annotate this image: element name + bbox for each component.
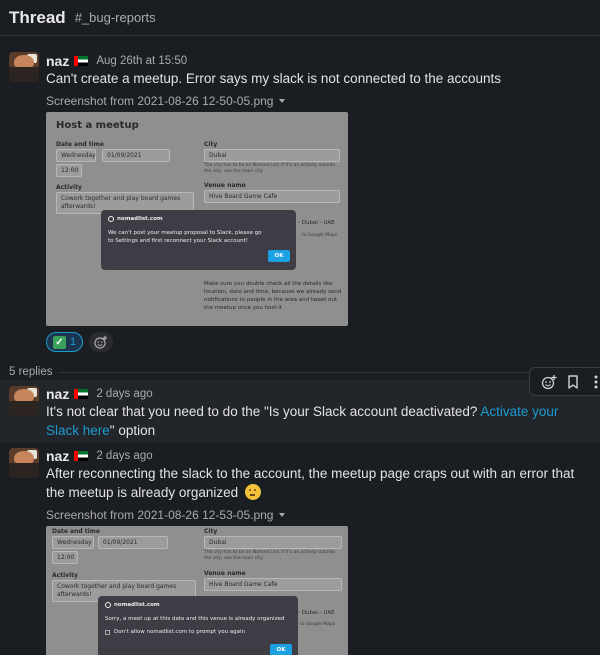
replies-count: 5 replies — [9, 366, 53, 378]
screenshot-image[interactable]: Host a meetup Date and time Wednesday 01… — [46, 112, 348, 326]
reply-message: naz 2 days ago It's not clear that you n… — [0, 380, 600, 442]
day-select: Wednesday — [52, 536, 94, 549]
white-check-mark-icon: ✓ — [53, 335, 66, 349]
text-segment: After reconnecting the slack to the acco… — [46, 466, 575, 500]
avatar[interactable] — [9, 52, 39, 82]
uae-flag-icon — [74, 56, 89, 66]
author-name[interactable]: naz — [46, 448, 69, 464]
caret-down-icon — [279, 513, 286, 517]
city-label: City — [204, 141, 218, 148]
channel-link[interactable]: #_bug-reports — [75, 10, 156, 25]
dialog-ok-button: OK — [268, 250, 290, 262]
dialog-message: Sorry, a meet up at this date and this v… — [105, 616, 285, 622]
day-select: Wednesday — [56, 149, 96, 162]
message-timestamp[interactable]: 2 days ago — [96, 450, 152, 462]
reaction-check[interactable]: ✓ 1 — [46, 332, 84, 352]
screenshot-image[interactable]: Date and time Wednesday 01/09/2021 12:00… — [46, 526, 348, 655]
city-input: Dubai — [204, 149, 340, 162]
details-note: Make sure you double check all the detai… — [204, 281, 342, 311]
reaction-count: 1 — [70, 336, 77, 348]
file-name: Screenshot from 2021-08-26 12-53-05.png — [46, 508, 274, 522]
more-actions-button[interactable] — [584, 370, 600, 394]
form-heading: Host a meetup — [56, 120, 139, 131]
dialog-site: nomadlist.com — [117, 216, 163, 222]
city-label: City — [204, 528, 218, 535]
file-name-toggle[interactable]: Screenshot from 2021-08-26 12-53-05.png — [46, 508, 286, 522]
checkbox-icon — [105, 629, 110, 635]
error-dialog: nomadlist.com We can't post your meetup … — [101, 210, 296, 270]
date-label: Date and time — [56, 141, 105, 148]
add-reaction-button[interactable] — [89, 332, 114, 352]
city-note: The city has to be on Nomad List; if it'… — [204, 163, 336, 174]
reply-message: naz 2 days ago After reconnecting the sl… — [0, 442, 600, 655]
text-segment: " option — [109, 423, 156, 438]
add-emoji-icon — [541, 374, 557, 389]
parent-message: naz Aug 26th at 15:50 Can't create a mee… — [0, 36, 600, 361]
globe-icon — [105, 602, 111, 608]
date-input: 01/09/2021 — [98, 536, 168, 549]
dialog-message: We can't post your meetup proposal to Sl… — [108, 230, 262, 244]
caret-down-icon — [279, 99, 286, 103]
avatar[interactable] — [9, 448, 39, 478]
divider-line — [60, 371, 600, 373]
venue-label: Venue name — [204, 570, 246, 577]
message-timestamp[interactable]: 2 days ago — [96, 388, 152, 400]
dialog-ok-button: OK — [270, 644, 292, 655]
author-name[interactable]: naz — [46, 386, 69, 402]
avatar[interactable] — [9, 386, 39, 416]
message-text: After reconnecting the slack to the acco… — [46, 464, 592, 502]
city-note: The city has to be on Nomad List; if it'… — [204, 550, 336, 561]
error-dialog: nomadlist.com Sorry, a meet up at this d… — [98, 596, 298, 655]
venue-label: Venue name — [204, 182, 246, 189]
venue-input: Hive Board Game Cafe — [204, 578, 342, 591]
activity-label: Activity — [56, 184, 82, 191]
text-segment: It's not clear that you need to do the "… — [46, 404, 481, 419]
dialog-checkbox-row: Don't allow nomadlist.com to prompt you … — [105, 628, 245, 636]
message-text: It's not clear that you need to do the "… — [46, 402, 592, 440]
add-reaction-action[interactable] — [537, 370, 561, 394]
thinking-face-icon — [244, 484, 261, 500]
time-input: 12:00 — [56, 164, 82, 177]
dialog-checkbox-label: Don't allow nomadlist.com to prompt you … — [114, 629, 246, 635]
save-message-action[interactable] — [561, 370, 585, 394]
message-timestamp[interactable]: Aug 26th at 15:50 — [96, 55, 187, 67]
dialog-site: nomadlist.com — [114, 602, 160, 608]
message-actions-toolbar — [529, 367, 600, 396]
thread-title: Thread — [9, 7, 66, 27]
message-text: Can't create a meetup. Error says my sla… — [46, 71, 502, 86]
uae-flag-icon — [74, 389, 89, 399]
author-name[interactable]: naz — [46, 53, 69, 69]
city-input: Dubai — [204, 536, 342, 549]
venue-city: - Dubai - UAE — [298, 610, 335, 616]
venue-input: Hive Board Game Cafe — [204, 190, 340, 203]
bookmark-icon — [567, 374, 578, 389]
globe-icon — [108, 216, 114, 222]
venue-maps: to Google Maps — [302, 233, 338, 238]
more-vertical-icon — [594, 375, 598, 388]
thread-header: Thread #_bug-reports — [0, 0, 600, 36]
replies-divider: 5 replies — [0, 363, 600, 381]
date-input: 01/09/2021 — [102, 149, 170, 162]
date-label: Date and time — [52, 528, 101, 535]
time-input: 12:00 — [52, 551, 78, 564]
uae-flag-icon — [74, 451, 89, 461]
file-name-toggle[interactable]: Screenshot from 2021-08-26 12-50-05.png — [46, 94, 286, 108]
venue-maps: to Google Maps — [300, 622, 336, 627]
venue-city: - Dubai - UAE — [298, 220, 335, 226]
file-name: Screenshot from 2021-08-26 12-50-05.png — [46, 94, 274, 108]
add-emoji-icon — [94, 336, 108, 349]
activity-label: Activity — [52, 572, 78, 579]
